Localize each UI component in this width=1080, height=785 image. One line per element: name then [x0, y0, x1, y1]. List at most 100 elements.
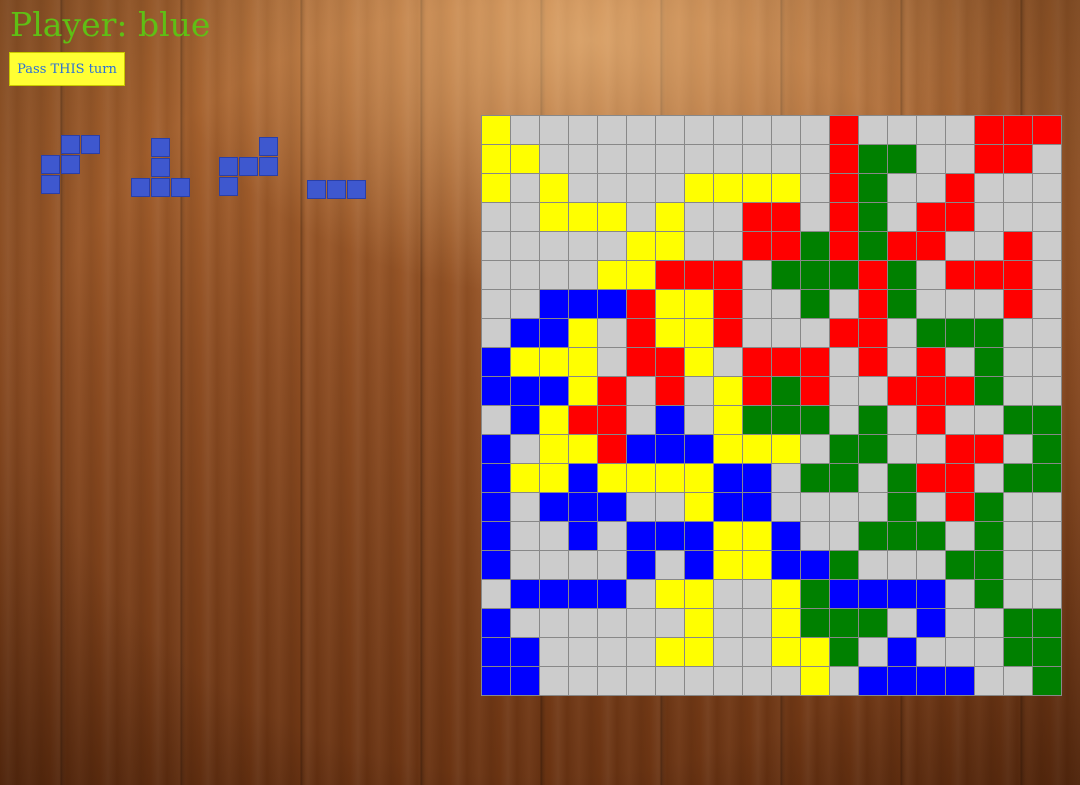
board-cell-empty[interactable]: [1033, 522, 1061, 550]
board-cell-empty[interactable]: [714, 667, 742, 695]
board-cell-blue[interactable]: [482, 377, 510, 405]
board-cell-empty[interactable]: [1004, 435, 1032, 463]
board-cell-empty[interactable]: [598, 551, 626, 579]
board-cell-blue[interactable]: [685, 435, 713, 463]
board-cell-empty[interactable]: [946, 522, 974, 550]
board-cell-red[interactable]: [627, 290, 655, 318]
board-cell-yellow[interactable]: [540, 174, 568, 202]
board-cell-empty[interactable]: [714, 638, 742, 666]
board-cell-yellow[interactable]: [743, 522, 771, 550]
board-cell-blue[interactable]: [482, 551, 510, 579]
board-cell-yellow[interactable]: [569, 435, 597, 463]
board-cell-red[interactable]: [946, 203, 974, 231]
board-cell-red[interactable]: [772, 348, 800, 376]
board-cell-yellow[interactable]: [656, 638, 684, 666]
board-cell-green[interactable]: [1004, 638, 1032, 666]
board-cell-green[interactable]: [801, 290, 829, 318]
board-cell-green[interactable]: [859, 145, 887, 173]
board-cell-empty[interactable]: [859, 638, 887, 666]
board-cell-empty[interactable]: [656, 116, 684, 144]
board-cell-yellow[interactable]: [627, 464, 655, 492]
board-cell-empty[interactable]: [946, 638, 974, 666]
board-cell-yellow[interactable]: [685, 174, 713, 202]
board-cell-yellow[interactable]: [743, 435, 771, 463]
board-cell-yellow[interactable]: [685, 464, 713, 492]
board-cell-yellow[interactable]: [569, 377, 597, 405]
board-cell-red[interactable]: [830, 174, 858, 202]
board-cell-blue[interactable]: [511, 319, 539, 347]
piece-cell[interactable]: [259, 157, 278, 176]
board-cell-yellow[interactable]: [569, 348, 597, 376]
board-cell-empty[interactable]: [1004, 203, 1032, 231]
board-cell-red[interactable]: [917, 464, 945, 492]
board-cell-empty[interactable]: [1004, 580, 1032, 608]
board-cell-empty[interactable]: [627, 174, 655, 202]
board-cell-yellow[interactable]: [772, 435, 800, 463]
board-cell-empty[interactable]: [482, 580, 510, 608]
board-cell-empty[interactable]: [917, 493, 945, 521]
board-cell-empty[interactable]: [1033, 174, 1061, 202]
board-cell-empty[interactable]: [830, 406, 858, 434]
board-cell-empty[interactable]: [482, 261, 510, 289]
board-cell-empty[interactable]: [1033, 377, 1061, 405]
board-cell-red[interactable]: [946, 261, 974, 289]
board-cell-empty[interactable]: [917, 145, 945, 173]
board-cell-empty[interactable]: [685, 232, 713, 260]
piece-cell[interactable]: [307, 180, 326, 199]
board-cell-blue[interactable]: [511, 580, 539, 608]
piece-cell[interactable]: [239, 157, 258, 176]
board-cell-empty[interactable]: [888, 435, 916, 463]
board-cell-empty[interactable]: [1033, 551, 1061, 579]
board-cell-empty[interactable]: [830, 290, 858, 318]
board-cell-empty[interactable]: [1033, 319, 1061, 347]
board-cell-empty[interactable]: [975, 203, 1003, 231]
board-cell-blue[interactable]: [511, 406, 539, 434]
board-cell-red[interactable]: [598, 377, 626, 405]
board-cell-empty[interactable]: [917, 435, 945, 463]
board-cell-green[interactable]: [801, 261, 829, 289]
board-cell-blue[interactable]: [714, 493, 742, 521]
board-cell-red[interactable]: [656, 377, 684, 405]
board-cell-empty[interactable]: [772, 464, 800, 492]
board-cell-empty[interactable]: [946, 145, 974, 173]
board-cell-empty[interactable]: [859, 116, 887, 144]
board-cell-red[interactable]: [656, 261, 684, 289]
board-cell-red[interactable]: [714, 290, 742, 318]
board-cell-red[interactable]: [1004, 145, 1032, 173]
board-cell-blue[interactable]: [569, 493, 597, 521]
board-cell-yellow[interactable]: [714, 435, 742, 463]
board-cell-green[interactable]: [859, 406, 887, 434]
board-cell-green[interactable]: [1004, 406, 1032, 434]
board-cell-empty[interactable]: [772, 493, 800, 521]
board-cell-empty[interactable]: [627, 203, 655, 231]
board-cell-blue[interactable]: [888, 667, 916, 695]
board-cell-empty[interactable]: [627, 493, 655, 521]
board-cell-red[interactable]: [830, 145, 858, 173]
board-cell-empty[interactable]: [975, 290, 1003, 318]
board-cell-empty[interactable]: [830, 522, 858, 550]
board-cell-red[interactable]: [917, 377, 945, 405]
board-cell-blue[interactable]: [482, 609, 510, 637]
board-cell-empty[interactable]: [830, 667, 858, 695]
board-cell-yellow[interactable]: [656, 464, 684, 492]
board-cell-green[interactable]: [946, 319, 974, 347]
board-cell-empty[interactable]: [598, 348, 626, 376]
board-cell-empty[interactable]: [743, 667, 771, 695]
board-cell-green[interactable]: [1033, 609, 1061, 637]
board-cell-empty[interactable]: [801, 435, 829, 463]
board-cell-blue[interactable]: [946, 667, 974, 695]
board-cell-blue[interactable]: [830, 580, 858, 608]
board-cell-yellow[interactable]: [482, 174, 510, 202]
board-cell-empty[interactable]: [772, 667, 800, 695]
board-cell-empty[interactable]: [569, 638, 597, 666]
board-cell-empty[interactable]: [743, 145, 771, 173]
board-cell-empty[interactable]: [656, 145, 684, 173]
piece-cell[interactable]: [151, 138, 170, 157]
board-cell-blue[interactable]: [743, 464, 771, 492]
board-cell-yellow[interactable]: [772, 580, 800, 608]
board-cell-red[interactable]: [946, 493, 974, 521]
board-cell-empty[interactable]: [830, 348, 858, 376]
board-cell-yellow[interactable]: [656, 580, 684, 608]
board-cell-empty[interactable]: [569, 116, 597, 144]
board-cell-empty[interactable]: [511, 232, 539, 260]
